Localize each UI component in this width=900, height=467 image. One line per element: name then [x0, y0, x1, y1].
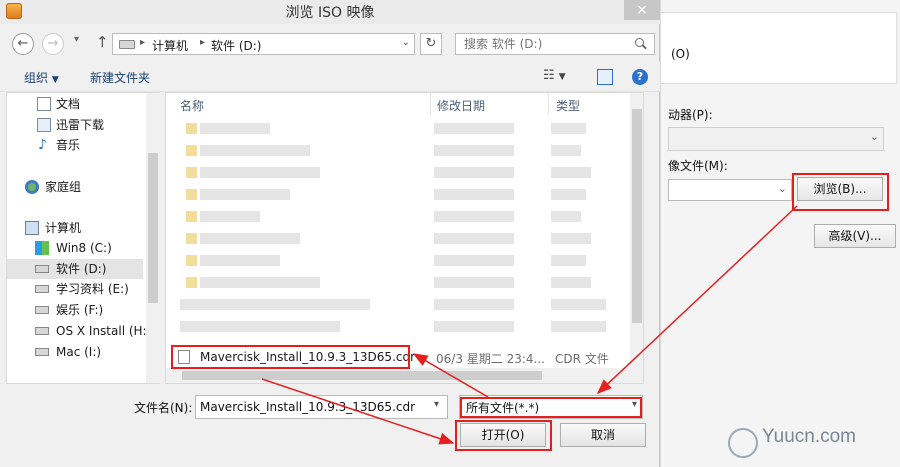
arrow-filter-to-file: [412, 353, 489, 398]
watermark-logo-icon: [728, 428, 758, 458]
watermark-text: Yuucn.com: [762, 426, 856, 447]
arrow-file-to-open: [261, 378, 455, 445]
site-watermark: Yuucn.com: [728, 424, 896, 464]
annotation-arrows: [261, 205, 798, 445]
arrow-browse-to-filter: [596, 205, 798, 395]
